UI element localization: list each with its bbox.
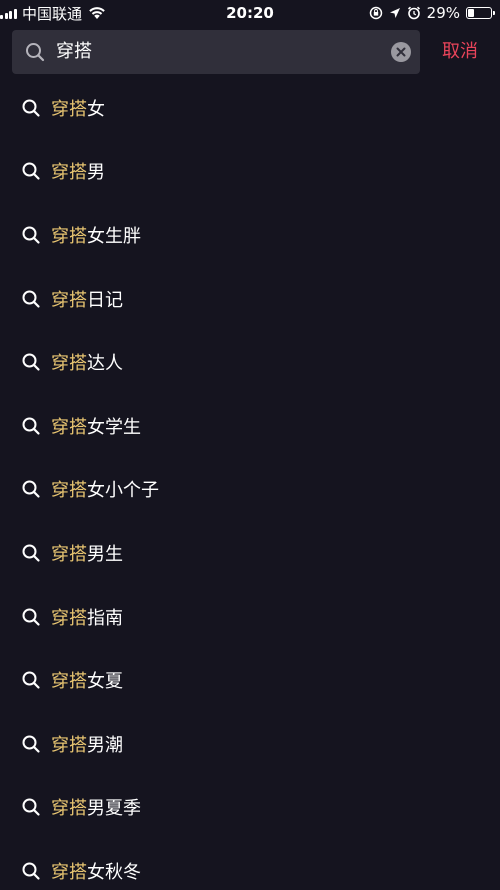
suggestion-item[interactable]: 穿搭女学生 bbox=[0, 394, 500, 458]
suggestion-item[interactable]: 穿搭男 bbox=[0, 140, 500, 204]
suggestion-rest: 女秋冬 bbox=[87, 861, 141, 883]
suggestion-highlight: 穿搭 bbox=[51, 225, 87, 247]
suggestion-rest: 女学生 bbox=[87, 416, 141, 438]
suggestion-rest: 日记 bbox=[87, 289, 123, 311]
search-icon bbox=[22, 417, 40, 435]
suggestion-text: 穿搭女 bbox=[51, 95, 105, 121]
suggestion-text: 穿搭男生 bbox=[51, 540, 123, 566]
suggestion-highlight: 穿搭 bbox=[51, 607, 87, 629]
suggestion-highlight: 穿搭 bbox=[51, 480, 87, 502]
suggestion-highlight: 穿搭 bbox=[51, 671, 87, 693]
search-icon bbox=[22, 353, 40, 371]
search-icon bbox=[22, 735, 40, 753]
suggestion-highlight: 穿搭 bbox=[51, 798, 87, 820]
suggestion-highlight: 穿搭 bbox=[51, 734, 87, 756]
suggestion-text: 穿搭女小个子 bbox=[51, 476, 159, 502]
suggestion-list: 穿搭女 穿搭男 穿搭女生胖 穿搭日记 穿搭达人 穿搭女学生 穿搭女小个子 穿搭男生 穿搭指南 穿搭… bbox=[0, 76, 500, 890]
suggestion-highlight: 穿搭 bbox=[51, 162, 87, 184]
suggestion-text: 穿搭女夏 bbox=[51, 667, 123, 693]
suggestion-text: 穿搭男 bbox=[51, 158, 105, 184]
suggestion-item[interactable]: 穿搭男夏季 bbox=[0, 776, 500, 840]
battery-fill bbox=[468, 9, 474, 17]
search-icon bbox=[22, 480, 40, 498]
suggestion-item[interactable]: 穿搭女夏 bbox=[0, 648, 500, 712]
suggestion-rest: 女生胖 bbox=[87, 225, 141, 247]
cancel-button[interactable]: 取消 bbox=[442, 30, 478, 74]
search-screen: 中国联通 20:20 29% 穿搭 取消 穿搭女 穿搭男 穿搭女生胖 穿搭日记 … bbox=[0, 0, 500, 890]
search-icon bbox=[22, 162, 40, 180]
search-box[interactable]: 穿搭 bbox=[12, 30, 420, 74]
suggestion-rest: 男生 bbox=[87, 543, 123, 565]
suggestion-item[interactable]: 穿搭女生胖 bbox=[0, 203, 500, 267]
suggestion-item[interactable]: 穿搭男潮 bbox=[0, 712, 500, 776]
search-icon bbox=[22, 671, 40, 689]
status-right: 29% bbox=[369, 0, 495, 26]
suggestion-item[interactable]: 穿搭男生 bbox=[0, 521, 500, 585]
search-header: 穿搭 取消 bbox=[0, 26, 500, 82]
suggestion-text: 穿搭男潮 bbox=[51, 731, 123, 757]
suggestion-text: 穿搭女学生 bbox=[51, 413, 141, 439]
location-icon bbox=[389, 8, 400, 18]
suggestion-highlight: 穿搭 bbox=[51, 416, 87, 438]
battery-icon bbox=[466, 7, 495, 19]
search-icon bbox=[22, 226, 40, 244]
suggestion-rest: 达人 bbox=[87, 353, 123, 375]
suggestion-text: 穿搭指南 bbox=[51, 604, 123, 630]
suggestion-rest: 女 bbox=[87, 98, 105, 120]
suggestion-rest: 男潮 bbox=[87, 734, 123, 756]
search-icon bbox=[22, 862, 40, 880]
suggestion-highlight: 穿搭 bbox=[51, 353, 87, 375]
suggestion-item[interactable]: 穿搭女秋冬 bbox=[0, 839, 500, 890]
suggestion-highlight: 穿搭 bbox=[51, 861, 87, 883]
search-icon bbox=[22, 99, 40, 117]
suggestion-item[interactable]: 穿搭女 bbox=[0, 76, 500, 140]
search-icon bbox=[22, 798, 40, 816]
suggestion-rest: 男 bbox=[87, 162, 105, 184]
search-icon bbox=[22, 608, 40, 626]
suggestion-rest: 指南 bbox=[87, 607, 123, 629]
suggestion-rest: 女夏 bbox=[87, 671, 123, 693]
suggestion-item[interactable]: 穿搭指南 bbox=[0, 585, 500, 649]
suggestion-item[interactable]: 穿搭达人 bbox=[0, 330, 500, 394]
suggestion-item[interactable]: 穿搭日记 bbox=[0, 267, 500, 331]
battery-percent: 29% bbox=[426, 4, 460, 22]
clear-search-button[interactable] bbox=[391, 42, 411, 62]
suggestion-text: 穿搭男夏季 bbox=[51, 794, 141, 820]
close-icon bbox=[396, 47, 406, 57]
screen-rotation-lock-icon bbox=[369, 6, 382, 20]
search-input[interactable]: 穿搭 bbox=[56, 30, 391, 74]
suggestion-text: 穿搭日记 bbox=[51, 286, 123, 312]
suggestion-highlight: 穿搭 bbox=[51, 289, 87, 311]
suggestion-highlight: 穿搭 bbox=[51, 98, 87, 120]
suggestion-item[interactable]: 穿搭女小个子 bbox=[0, 458, 500, 522]
alarm-icon bbox=[407, 6, 420, 20]
status-bar: 中国联通 20:20 29% bbox=[0, 0, 500, 26]
suggestion-rest: 男夏季 bbox=[87, 798, 141, 820]
search-icon bbox=[22, 544, 40, 562]
suggestion-highlight: 穿搭 bbox=[51, 543, 87, 565]
suggestion-text: 穿搭达人 bbox=[51, 349, 123, 375]
search-icon bbox=[22, 290, 40, 308]
suggestion-rest: 女小个子 bbox=[87, 480, 159, 502]
suggestion-text: 穿搭女生胖 bbox=[51, 222, 141, 248]
search-icon bbox=[26, 43, 45, 62]
suggestion-text: 穿搭女秋冬 bbox=[51, 858, 141, 884]
